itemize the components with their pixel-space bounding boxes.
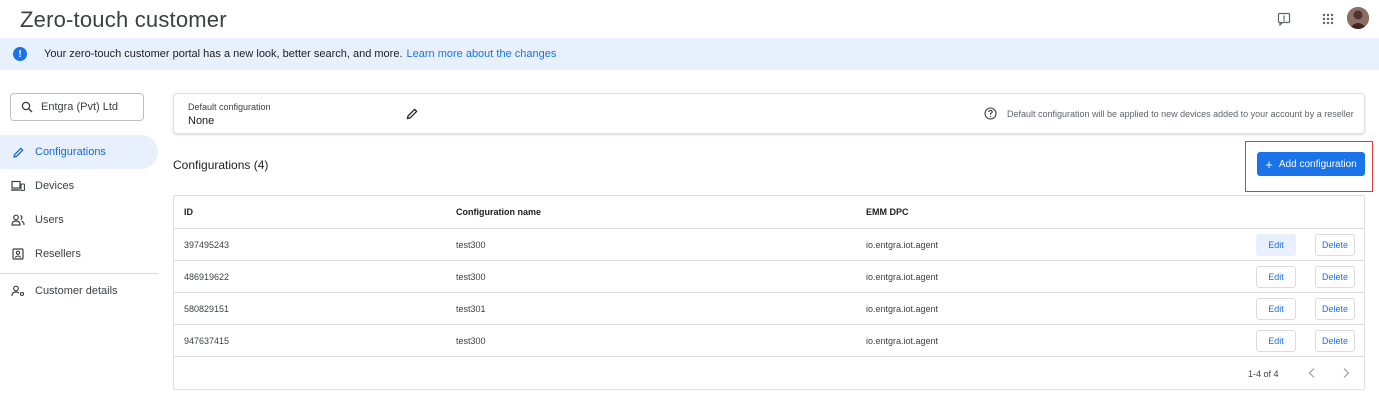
sidebar-item-label: Customer details [35,285,118,297]
customer-search-input[interactable]: Entgra (Pvt) Ltd [10,93,144,121]
feedback-icon[interactable] [1273,8,1295,30]
config-id: 580829151 [184,303,230,314]
table-row: 580829151 test301 io.entgra.iot.agent Ed… [174,293,1364,325]
help-icon [984,107,997,125]
default-configuration-label: Default configuration [188,102,271,112]
add-configuration-label: Add configuration [1278,158,1357,170]
sidebar-nav: Configurations Devices Users Resellers C… [0,135,158,308]
learn-more-link[interactable]: Learn more about the changes [407,48,557,60]
chevron-right-icon[interactable] [1341,367,1351,381]
announcement-banner: ! Your zero-touch customer portal has a … [0,38,1379,70]
plus-icon: + [1265,156,1273,172]
users-icon [11,213,25,227]
search-icon [21,101,33,113]
column-header-id: ID [184,207,193,217]
config-emm-dpc: io.entgra.iot.agent [866,271,939,282]
delete-button[interactable]: Delete [1315,330,1355,352]
app-title: Zero-touch customer [20,7,227,32]
config-id: 947637415 [184,335,230,346]
edit-button[interactable]: Edit [1256,298,1296,320]
sidebar-item-label: Resellers [35,248,81,260]
apps-grid-icon[interactable] [1317,8,1339,30]
config-name: test301 [456,303,486,314]
customer-details-icon [11,284,25,298]
config-id: 486919622 [184,271,230,282]
column-header-configuration-name: Configuration name [456,207,541,217]
column-header-emm-dpc: EMM DPC [866,207,909,217]
sidebar-item-label: Users [35,214,64,226]
config-name: test300 [456,335,486,346]
table-row: 397495243 test300 io.entgra.iot.agent Ed… [174,229,1364,261]
user-avatar[interactable] [1347,7,1369,29]
table-row: 486919622 test300 io.entgra.iot.agent Ed… [174,261,1364,293]
config-emm-dpc: io.entgra.iot.agent [866,303,939,314]
info-icon: ! [13,47,27,61]
sidebar-item-configurations[interactable]: Configurations [0,135,158,169]
config-emm-dpc: io.entgra.iot.agent [866,239,939,250]
add-configuration-button[interactable]: + Add configuration [1257,152,1365,176]
customer-search-value: Entgra (Pvt) Ltd [41,101,119,113]
edit-default-configuration-icon[interactable] [406,107,419,125]
sidebar-item-label: Devices [35,180,75,192]
config-emm-dpc: io.entgra.iot.agent [866,335,939,346]
sidebar-item-label: Configurations [35,146,106,158]
edit-button[interactable]: Edit [1256,266,1296,288]
default-configuration-card: Default configuration None Default confi… [173,93,1365,134]
default-configuration-value: None [188,115,215,127]
table-header-row: ID Configuration name EMM DPC [174,196,1364,229]
banner-text: Your zero-touch customer portal has a ne… [44,48,403,60]
sidebar-item-resellers[interactable]: Resellers [0,237,158,271]
pagination-range: 1-4 of 4 [1248,369,1279,379]
top-app-bar: Zero-touch customer [0,0,1379,38]
devices-icon [11,179,25,193]
configurations-table: ID Configuration name EMM DPC 397495243 … [173,195,1365,390]
pagination: 1-4 of 4 [174,358,1364,390]
table-row: 947637415 test300 io.entgra.iot.agent Ed… [174,325,1364,357]
sidebar-item-devices[interactable]: Devices [0,169,158,203]
config-name: test300 [456,239,486,250]
chevron-left-icon[interactable] [1307,367,1317,381]
edit-button[interactable]: Edit [1256,330,1296,352]
delete-button[interactable]: Delete [1315,234,1355,256]
pencil-icon [11,145,25,159]
delete-button[interactable]: Delete [1315,266,1355,288]
config-name: test300 [456,271,486,282]
delete-button[interactable]: Delete [1315,298,1355,320]
edit-button[interactable]: Edit [1256,234,1296,256]
configurations-title: Configurations (4) [173,158,269,172]
default-configuration-note: Default configuration will be applied to… [1007,109,1354,119]
sidebar-item-customer-details[interactable]: Customer details [0,274,158,308]
sidebar-item-users[interactable]: Users [0,203,158,237]
reseller-icon [11,247,25,261]
config-id: 397495243 [184,239,230,250]
